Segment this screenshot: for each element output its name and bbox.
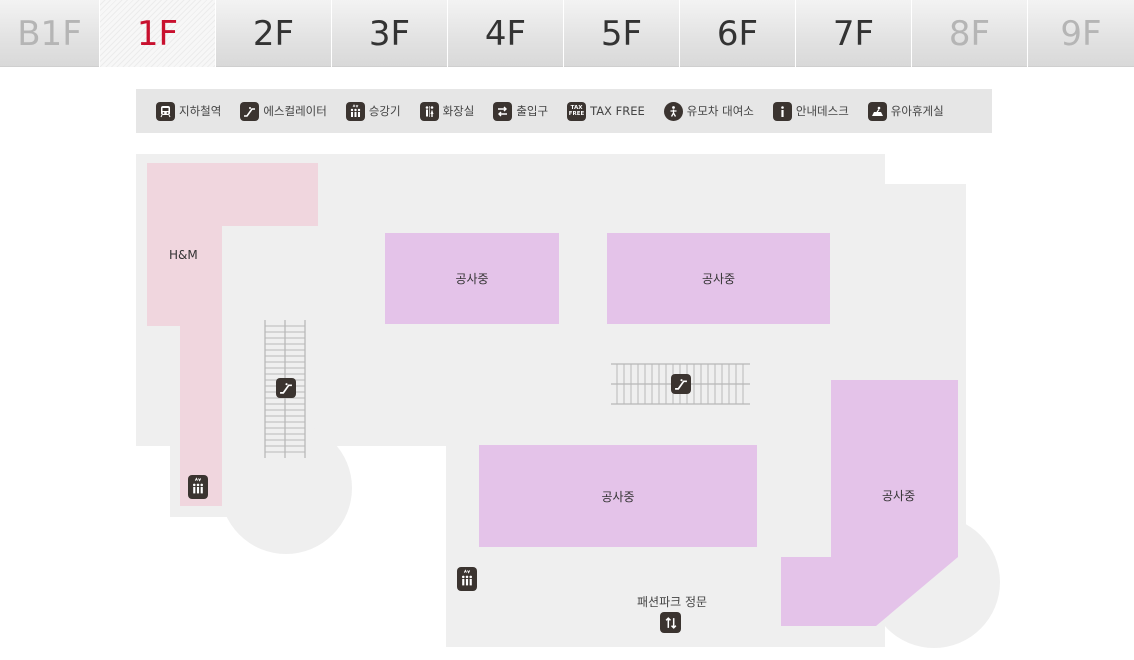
elevator-icon[interactable] bbox=[188, 475, 208, 499]
store-under-construction-shape[interactable] bbox=[781, 380, 958, 626]
map-overlay bbox=[264, 320, 958, 626]
escalator-icon[interactable] bbox=[671, 374, 691, 394]
store-label: 공사중 bbox=[882, 489, 916, 503]
elevator-icon[interactable] bbox=[457, 567, 477, 591]
main-gate-label: 패션파크 정문 bbox=[637, 595, 708, 609]
floor-map: H&M 공사중 공사중 공사중 공사중 패션파크 정문 bbox=[0, 0, 1134, 660]
entrance-icon[interactable] bbox=[660, 612, 681, 633]
escalator-icon[interactable] bbox=[276, 378, 296, 398]
